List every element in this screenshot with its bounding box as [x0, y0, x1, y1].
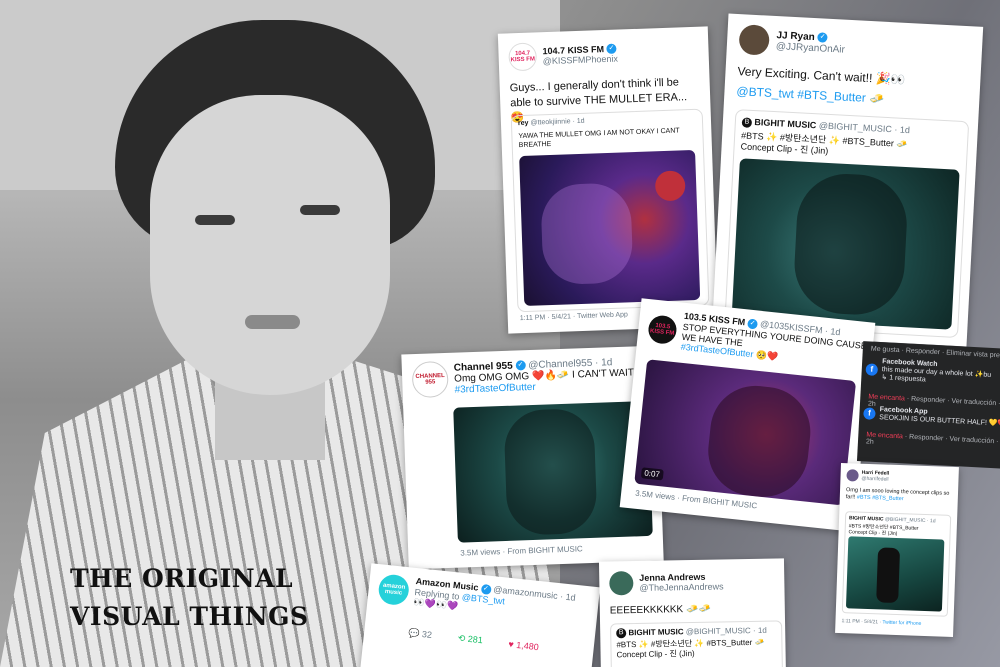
quote-text: YAWA THE MULLET OMG I AM NOT OKAY I CANT… — [518, 127, 680, 150]
butter-emoji-icon: 🧈 — [896, 138, 908, 150]
tweet-kissfm1035[interactable]: 103.5 KISS FM 103.5 KISS FM ✓ @1035KISSF… — [619, 298, 876, 532]
quote-author-handle: @tteokjiinnie · 1d — [530, 117, 585, 127]
verified-badge-icon: ✓ — [606, 43, 617, 55]
video-duration: 0:07 — [640, 467, 664, 481]
caption-line-1: THE ORIGINAL — [70, 564, 294, 593]
retweet-button[interactable]: ⟲ 281 — [457, 633, 483, 647]
emoji-icon: 🥺❤️ — [755, 349, 779, 362]
right-eye — [300, 205, 340, 215]
kissfm-logo-icon: 104.7 KISS FM — [508, 42, 538, 72]
sparkle-emoji-icon: ✨ — [828, 134, 841, 146]
butter-emoji-icon: 🧈 — [868, 91, 885, 106]
author-handle[interactable]: @KISSFMPhoenix — [543, 54, 618, 67]
left-eye — [195, 215, 235, 225]
author-handle[interactable]: @JJRyanOnAir — [776, 41, 846, 56]
tweet-tags[interactable]: @BTS_twt #BTS_Butter 🧈 — [736, 84, 884, 106]
tweet-kissfm-phoenix[interactable]: 104.7 KISS FM 104.7 KISS FM ✓ @KISSFMPho… — [497, 26, 719, 334]
quoted-tweet[interactable]: rey @tteokjiinnie · 1d YAWA THE MULLET O… — [510, 108, 710, 313]
reply-button[interactable]: 💬 32 — [408, 628, 433, 641]
party-popper-emoji-icon: 🎉👀 — [875, 71, 906, 87]
quoted-tweet[interactable]: BIGHIT MUSIC @BIGHIT_MUSIC · 1d #BTS #방탄… — [841, 511, 952, 617]
quote-author-handle: @BIGHIT_MUSIC · 1d — [818, 120, 911, 136]
bighit-logo-icon: B — [741, 117, 753, 128]
author-handle[interactable]: @harrifedell — [861, 476, 889, 483]
quoted-tweet[interactable]: B BIGHIT MUSIC @BIGHIT_MUSIC · 1d #BTS ✨… — [610, 620, 784, 667]
quote-author-name: BIGHIT MUSIC — [754, 117, 817, 131]
comment-actions[interactable]: Me encanta · Responder · Ver traducción … — [866, 431, 1000, 452]
avatar — [738, 24, 770, 56]
tweet-jenna-andrews[interactable]: Jenna Andrews @TheJennaAndrews EEEEEKKKK… — [598, 558, 787, 667]
heart-fire-emoji-icon: ❤️🔥🧈 — [531, 369, 570, 382]
butter-emoji-icon: 🧈🧈 — [685, 603, 711, 616]
channel955-logo-icon: CHANNEL 955 — [411, 360, 449, 399]
teal-video-thumbnail[interactable] — [731, 158, 960, 330]
avatar — [846, 469, 859, 482]
verified-badge-icon: ✓ — [817, 32, 828, 44]
tweet-jjryan[interactable]: JJ Ryan ✓ @JJRyanOnAir Very Exciting. Ca… — [711, 13, 984, 347]
facebook-badge-icon: f — [865, 362, 879, 376]
teal-video-thumbnail[interactable] — [845, 536, 945, 612]
facebook-badge-icon: f — [863, 406, 876, 420]
quote-hashtags: #BTS ✨ #방탄소년단 ✨ #BTS_Butter 🧈 Concept Cl… — [740, 130, 908, 156]
avatar — [609, 571, 634, 596]
sparkle-emoji-icon: ✨ — [765, 131, 778, 143]
amazon-music-logo-icon: amazon music — [377, 573, 411, 607]
purple-video-thumbnail[interactable]: 0:07 — [634, 359, 857, 506]
tweet-text: EEEEEKKKKKK 🧈🧈 — [609, 603, 711, 617]
tweet-footer: 1:11 PM · 5/4/21 · Twitter for iPhone — [841, 618, 922, 627]
tweet-small[interactable]: Harri Fedell @harrifedell Omg I am sooo … — [835, 462, 959, 638]
kissfm-logo-icon: 103.5 KISS FM — [647, 314, 678, 345]
collage: THE ORIGINAL VISUAL THINGS 104.7 KISS FM… — [0, 0, 1000, 667]
author-handle[interactable]: @TheJennaAndrews — [639, 581, 723, 592]
verified-badge-icon: ✓ — [515, 360, 526, 371]
tweet-footer: 1:11 PM · 5/4/21 · Twitter Web App — [519, 311, 629, 323]
face — [150, 95, 390, 395]
tweet-actions: 💬 32 ⟲ 281 ♥ 1,480 — [408, 628, 540, 653]
collage-caption: THE ORIGINAL VISUAL THINGS — [70, 560, 309, 636]
purple-video-thumbnail[interactable] — [519, 149, 701, 306]
quote-author-name: rey — [517, 119, 529, 128]
tweet-amazon-music[interactable]: amazon music Amazon Music ✓ @amazonmusic… — [359, 563, 601, 667]
like-button[interactable]: ♥ 1,480 — [508, 639, 539, 652]
mouth — [245, 315, 300, 329]
quoted-tweet[interactable]: B BIGHIT MUSIC @BIGHIT_MUSIC · 1d #BTS ✨… — [724, 109, 970, 338]
facebook-comments-panel: Me gusta · Responder · Eliminar vista pr… — [856, 341, 1000, 469]
caption-line-2: VISUAL THINGS — [70, 602, 309, 631]
tweet-footer: 3.5M views · From BIGHIT MUSIC — [460, 544, 583, 558]
verified-badge-icon: ✓ — [747, 318, 759, 330]
tweet-text: Omg I am sooo loving the concept clips s… — [845, 487, 950, 503]
bighit-logo-icon: B — [616, 628, 627, 639]
